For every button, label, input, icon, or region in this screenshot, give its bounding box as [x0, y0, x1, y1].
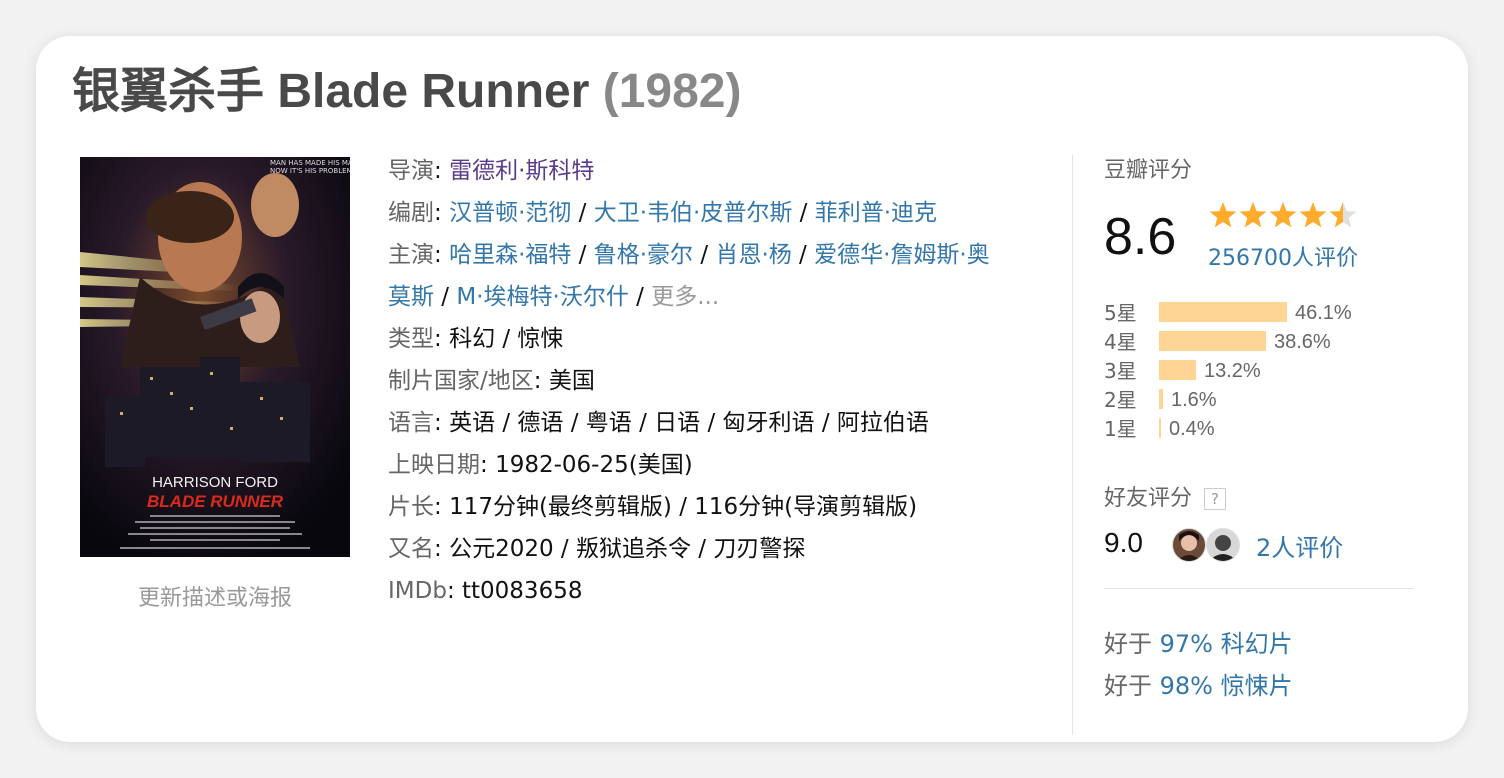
language-label: 语言: [388, 410, 434, 436]
info-imdb-row: IMDb: tt0083658: [388, 578, 583, 604]
info-language-row: 语言: 英语 / 德语 / 粤语 / 日语 / 匈牙利语 / 阿拉伯语: [388, 410, 929, 436]
poster-tagline-2: NOW IT'S HIS PROBLEM: [270, 167, 350, 175]
country-value: 美国: [548, 368, 595, 394]
rating-bar-percent: 0.4%: [1169, 418, 1215, 440]
writer-link[interactable]: 菲利普·迪克: [815, 200, 937, 226]
better-than-percent: 97%: [1159, 630, 1213, 658]
better-than-row: 好于 98% 惊悚片: [1104, 666, 1293, 701]
better-than-link[interactable]: 97% 科幻片: [1160, 630, 1293, 658]
aka-value: 公元2020 / 叛狱追杀令 / 刀刃警探: [449, 536, 806, 562]
rating-bar-percent: 46.1%: [1295, 302, 1352, 324]
better-than-genre: 惊悚片: [1220, 672, 1293, 700]
director-label: 导演: [388, 158, 434, 184]
star-filled-icon: [1299, 202, 1327, 228]
cast-link[interactable]: 鲁格·豪尔: [594, 242, 693, 268]
better-than-genre: 科幻片: [1220, 630, 1293, 658]
star-filled-icon: [1209, 202, 1237, 228]
runtime-label: 片长: [388, 494, 434, 520]
info-country-row: 制片国家/地区: 美国: [388, 368, 595, 394]
douban-rating-label: 豆瓣评分: [1104, 158, 1193, 183]
horizontal-divider: [1104, 588, 1414, 589]
imdb-label: IMDb: [388, 578, 447, 604]
star-filled-icon: [1269, 202, 1297, 228]
update-poster-link[interactable]: 更新描述或海报: [80, 580, 350, 612]
rating-bar-label: 5星: [1104, 301, 1137, 325]
rating-bar-fill: [1159, 302, 1287, 322]
poster-tagline-1: MAN HAS MADE HIS MATCH: [270, 159, 350, 167]
rating-bar-fill: [1159, 418, 1161, 438]
genre-value: 科幻 / 惊悚: [449, 326, 564, 352]
info-aka-row: 又名: 公元2020 / 叛狱追杀令 / 刀刃警探: [388, 536, 806, 562]
better-than-link[interactable]: 98% 惊悚片: [1160, 672, 1293, 700]
cast-link[interactable]: 莫斯: [388, 284, 434, 310]
rating-bar-fill: [1159, 360, 1196, 380]
poster-film-title: BLADE RUNNER: [147, 492, 284, 511]
writer-link[interactable]: 汉普顿·范彻: [449, 200, 571, 226]
rating-bar-label: 1星: [1104, 417, 1137, 441]
info-runtime-row: 片长: 117分钟(最终剪辑版) / 116分钟(导演剪辑版): [388, 494, 918, 520]
poster-actor: HARRISON FORD: [152, 474, 278, 491]
writer-link[interactable]: 大卫·韦伯·皮普尔斯: [594, 200, 793, 226]
rating-bar-row: 5星 46.1%: [1104, 300, 1404, 329]
cast-link[interactable]: M·埃梅特·沃尔什: [456, 284, 628, 310]
better-than-prefix: 好于: [1104, 672, 1152, 700]
rating-bar-label: 2星: [1104, 388, 1137, 412]
friend-avatars: [1172, 528, 1244, 562]
rating-bar-label: 3星: [1104, 359, 1137, 383]
runtime-value: 117分钟(最终剪辑版) / 116分钟(导演剪辑版): [449, 494, 918, 520]
rating-bar-percent: 38.6%: [1274, 331, 1331, 353]
movie-poster[interactable]: MAN HAS MADE HIS MATCH NOW IT'S HIS PROB…: [80, 157, 350, 557]
rating-bar-label: 4星: [1104, 330, 1137, 354]
info-release-row: 上映日期: 1982-06-25(美国): [388, 452, 693, 478]
rating-bar-row: 3星 13.2%: [1104, 358, 1404, 387]
rating-bar-fill: [1159, 331, 1266, 351]
rating-count-link[interactable]: 256700人评价: [1208, 240, 1358, 272]
better-than-row: 好于 97% 科幻片: [1104, 624, 1293, 659]
friends-rating-title: 好友评分: [1104, 486, 1193, 511]
rating-stars: [1208, 200, 1360, 236]
language-value: 英语 / 德语 / 粤语 / 日语 / 匈牙利语 / 阿拉伯语: [449, 410, 929, 436]
cast-link[interactable]: 爱德华·詹姆斯·奥: [814, 242, 990, 268]
avatar[interactable]: [1172, 528, 1206, 562]
rating-bar-row: 1星 0.4%: [1104, 416, 1404, 445]
rating-bar-percent: 1.6%: [1171, 389, 1217, 411]
info-director-row: 导演: 雷德利·斯科特: [388, 158, 595, 184]
friends-rating-label: 好友评分?: [1104, 480, 1227, 512]
better-than-prefix: 好于: [1104, 630, 1152, 658]
friends-count-link[interactable]: 2人评价: [1256, 528, 1343, 563]
cast-link[interactable]: 哈里森·福特: [449, 242, 571, 268]
rating-bar-percent: 13.2%: [1204, 360, 1261, 382]
info-cast-row-continued: 莫斯 / M·埃梅特·沃尔什 / 更多...: [388, 284, 720, 310]
writers-label: 编剧: [388, 200, 434, 226]
country-label: 制片国家/地区: [388, 368, 534, 394]
avatar[interactable]: [1206, 528, 1240, 562]
rating-bar-row: 4星 38.6%: [1104, 329, 1404, 358]
movie-info: 导演: 雷德利·斯科特 编剧: 汉普顿·范彻 / 大卫·韦伯·皮普尔斯 / 菲利…: [388, 150, 1068, 612]
info-cast-row: 主演: 哈里森·福特 / 鲁格·豪尔 / 肖恩·杨 / 爱德华·詹姆斯·奥: [388, 242, 990, 268]
movie-year: (1982): [602, 65, 742, 118]
aka-label: 又名: [388, 536, 434, 562]
cast-label: 主演: [388, 242, 434, 268]
genre-label: 类型: [388, 326, 434, 352]
douban-rating-score: 8.6: [1104, 208, 1177, 266]
vertical-divider: [1072, 155, 1073, 735]
release-label: 上映日期: [388, 452, 480, 478]
cast-link[interactable]: 肖恩·杨: [715, 242, 791, 268]
imdb-value: tt0083658: [462, 578, 583, 604]
rating-distribution: 5星 46.1% 4星 38.6% 3星 13.2% 2星 1.6% 1星 0.…: [1104, 300, 1404, 445]
rating-bar-fill: [1159, 389, 1163, 409]
movie-title-name: 银翼杀手 Blade Runner: [72, 65, 590, 118]
friends-rating-score: 9.0: [1104, 527, 1143, 558]
star-rating-icon: [1209, 202, 1357, 228]
star-filled-icon: [1239, 202, 1267, 228]
director-link[interactable]: 雷德利·斯科特: [449, 158, 594, 184]
info-writers-row: 编剧: 汉普顿·范彻 / 大卫·韦伯·皮普尔斯 / 菲利普·迪克: [388, 200, 938, 226]
better-than-percent: 98%: [1159, 672, 1213, 700]
movie-title: 银翼杀手 Blade Runner (1982): [72, 62, 741, 122]
info-genre-row: 类型: 科幻 / 惊悚: [388, 326, 564, 352]
help-icon[interactable]: ?: [1204, 488, 1227, 510]
rating-bar-row: 2星 1.6%: [1104, 387, 1404, 416]
release-value: 1982-06-25(美国): [495, 452, 693, 478]
cast-more-link[interactable]: 更多...: [651, 284, 719, 310]
